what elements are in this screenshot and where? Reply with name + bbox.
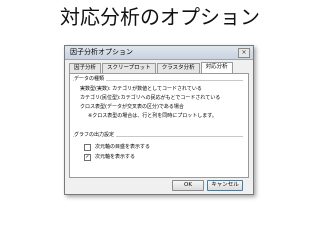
page-title: 対応分析のオプション [60,5,260,29]
dialog-title: 因子分析オプション [70,48,133,56]
data-type-line: クロス表型(データが交叉表の区分)である場合 [80,104,184,110]
tab-factor-analysis[interactable]: 因子分析 [69,63,102,73]
tab-correspondence-analysis[interactable]: 対応分析 [200,62,233,73]
tab-scree-plot[interactable]: スクリープロット [102,63,156,73]
show-axis-label: 次元軸を表示する [95,154,136,160]
dialog-titlebar[interactable]: 因子分析オプション × [65,46,253,60]
tab-cluster-analysis[interactable]: クラスタ分析 [156,63,200,73]
tab-strip: 因子分析 スクリープロット クラスタ分析 対応分析 [69,62,234,73]
close-button[interactable]: × [238,48,250,58]
show-axis-checkbox[interactable]: ✓ [84,154,91,161]
ok-button[interactable]: OK [172,180,204,191]
show-axis-row[interactable]: ✓ 次元軸を表示する [84,154,135,161]
show-axis-ticks-label: 次元軸の目盛を表示する [95,144,151,150]
cancel-button[interactable]: キャンセル [207,180,243,191]
graph-group-label: グラフの出力設定 [74,132,117,139]
show-axis-ticks-checkbox[interactable] [84,144,91,151]
show-axis-ticks-row[interactable]: 次元軸の目盛を表示する [84,144,150,151]
data-group-label: データの種類 [74,76,107,83]
data-type-line: カテゴリ(民位型):カテゴリへの民応がもとでコードされている [80,95,221,101]
data-type-line: 実数型(実数): カテゴリが数値としてコードされている [80,86,202,92]
tab-panel: データの種類 実数型(実数): カテゴリが数値としてコードされている カテゴリ(… [69,73,249,178]
data-type-note: ※クロス表型の場合は、行と列を同時にプロットします。 [88,113,217,119]
options-dialog: 因子分析オプション × 因子分析 スクリープロット クラスタ分析 対応分析 デー… [64,45,254,195]
